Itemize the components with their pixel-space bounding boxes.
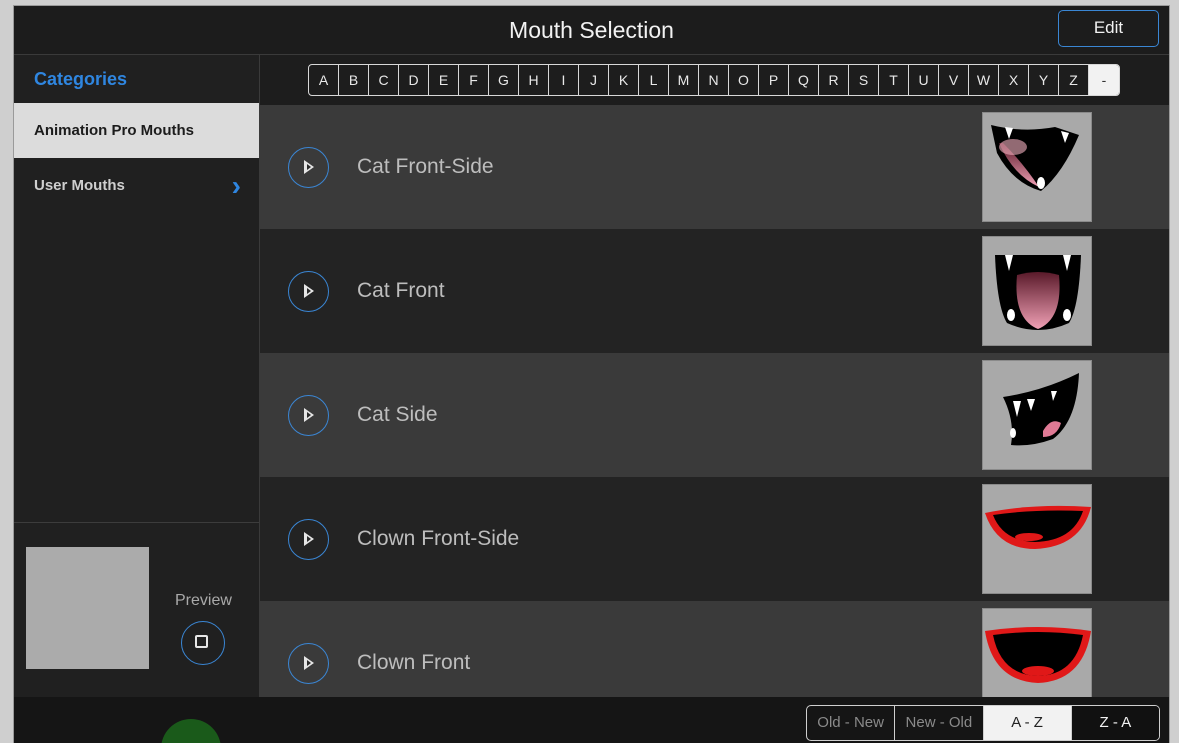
alphabet-letter-t[interactable]: T (879, 65, 909, 95)
alphabet-letter-u[interactable]: U (909, 65, 939, 95)
play-icon[interactable] (288, 519, 329, 560)
alphabet-letter-r[interactable]: R (819, 65, 849, 95)
sort-z-a[interactable]: Z - A (1071, 706, 1159, 740)
alphabet-letter-n[interactable]: N (699, 65, 729, 95)
list-item[interactable]: Cat Side (260, 353, 1169, 477)
alphabet-letter-z[interactable]: Z (1059, 65, 1089, 95)
mouth-name: Cat Front (357, 279, 445, 302)
preview-label: Preview (175, 592, 232, 609)
play-icon[interactable] (288, 395, 329, 436)
list-item[interactable]: Cat Front-Side (260, 105, 1169, 229)
alphabet-letter-e[interactable]: E (429, 65, 459, 95)
list-item[interactable]: Cat Front (260, 229, 1169, 353)
categories-heading: Categories (34, 69, 128, 89)
mouth-name: Cat Front-Side (357, 155, 494, 178)
alphabet-letter-s[interactable]: S (849, 65, 879, 95)
alphabet-letter-w[interactable]: W (969, 65, 999, 95)
alphabet-letter-g[interactable]: G (489, 65, 519, 95)
alphabet-letter-d[interactable]: D (399, 65, 429, 95)
nav-bar: Mouth Selection Edit (14, 6, 1169, 55)
footer-bar: Old - New New - Old A - Z Z - A (14, 697, 1169, 743)
alphabet-letter-o[interactable]: O (729, 65, 759, 95)
alphabet-letter-m[interactable]: M (669, 65, 699, 95)
play-icon[interactable] (288, 147, 329, 188)
cat-side-mouth-thumbnail (982, 360, 1092, 470)
clown-front-mouth-thumbnail (982, 608, 1092, 697)
sort-a-z[interactable]: A - Z (983, 706, 1072, 740)
categories-sidebar: Categories Animation Pro Mouths User Mou… (14, 55, 260, 697)
page-title: Mouth Selection (509, 17, 674, 43)
category-label: User Mouths (34, 177, 125, 194)
alphabet-letter-k[interactable]: K (609, 65, 639, 95)
chevron-right-icon: › (231, 170, 241, 201)
alphabet-letter-p[interactable]: P (759, 65, 789, 95)
list-item[interactable]: Clown Front-Side (260, 477, 1169, 601)
edit-button[interactable]: Edit (1058, 10, 1159, 47)
mouth-name: Clown Front-Side (357, 527, 520, 550)
mouth-name: Cat Side (357, 403, 438, 426)
category-user-mouths[interactable]: User Mouths › (14, 158, 259, 213)
cat-front-side-mouth-thumbnail (982, 112, 1092, 222)
alphabet-letter-c[interactable]: C (369, 65, 399, 95)
alphabet-letter-h[interactable]: H (519, 65, 549, 95)
sort-new-old[interactable]: New - Old (895, 706, 984, 740)
alphabet-letter-j[interactable]: J (579, 65, 609, 95)
alphabet-letter-q[interactable]: Q (789, 65, 819, 95)
alphabet-index-bar: ABCDEFGHIJKLMNOPQRSTUVWXYZ- (260, 55, 1169, 105)
checkmark-icon (161, 719, 221, 743)
divider (14, 522, 259, 523)
stop-preview-button[interactable] (181, 621, 225, 665)
category-animation-pro-mouths[interactable]: Animation Pro Mouths (14, 103, 259, 158)
alphabet-letter-dash[interactable]: - (1089, 65, 1119, 95)
alphabet-letter-y[interactable]: Y (1029, 65, 1059, 95)
alphabet-letter-f[interactable]: F (459, 65, 489, 95)
sort-segmented-control: Old - New New - Old A - Z Z - A (806, 705, 1160, 741)
alphabet-letter-l[interactable]: L (639, 65, 669, 95)
list-item[interactable]: Clown Front (260, 601, 1169, 697)
preview-area (26, 547, 149, 669)
sort-old-new[interactable]: Old - New (807, 706, 896, 740)
mouth-name: Clown Front (357, 651, 471, 674)
stop-icon (195, 635, 208, 648)
alphabet-index: ABCDEFGHIJKLMNOPQRSTUVWXYZ- (308, 64, 1120, 96)
alphabet-letter-b[interactable]: B (339, 65, 369, 95)
alphabet-letter-x[interactable]: X (999, 65, 1029, 95)
app-window: Mouth Selection Edit Categories Animatio… (14, 6, 1169, 743)
play-icon[interactable] (288, 271, 329, 312)
category-label: Animation Pro Mouths (34, 122, 194, 139)
mouth-list: Cat Front-Side Cat Front Cat Side Clown … (260, 105, 1169, 697)
alphabet-letter-v[interactable]: V (939, 65, 969, 95)
alphabet-letter-a[interactable]: A (309, 65, 339, 95)
alphabet-letter-i[interactable]: I (549, 65, 579, 95)
cat-front-mouth-thumbnail (982, 236, 1092, 346)
play-icon[interactable] (288, 643, 329, 684)
clown-front-side-mouth-thumbnail (982, 484, 1092, 594)
